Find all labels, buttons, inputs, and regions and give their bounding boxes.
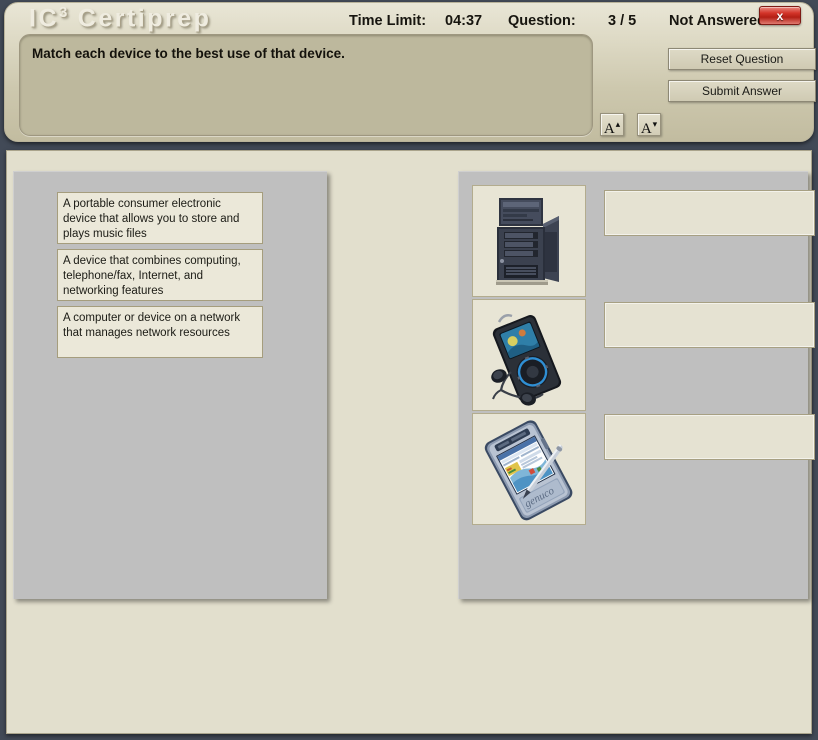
draggable-option[interactable]: A computer or device on a network that m… — [57, 306, 263, 358]
reset-question-button[interactable]: Reset Question — [668, 48, 816, 70]
font-decrease-letter: A — [641, 121, 652, 137]
font-increase-letter: A — [604, 121, 615, 137]
drop-target[interactable] — [604, 302, 815, 348]
logo-superscript: 3 — [59, 4, 68, 21]
server-tower-image — [472, 185, 586, 297]
close-icon[interactable]: x — [759, 6, 801, 25]
time-limit-label: Time Limit: — [349, 13, 426, 29]
application-window: IC3 Certiprep Time Limit: 04:37 Question… — [0, 0, 818, 740]
decrease-font-size-button[interactable]: A▾ — [637, 113, 661, 136]
increase-font-size-button[interactable]: A▴ — [600, 113, 624, 136]
answer-options-panel: A portable consumer electronic device th… — [13, 171, 327, 599]
submit-answer-button[interactable]: Submit Answer — [668, 80, 816, 102]
draggable-option[interactable]: A device that combines computing, teleph… — [57, 249, 263, 301]
pda-icon: genuco — [473, 414, 585, 524]
question-counter-label: Question: — [508, 13, 576, 29]
time-limit-value: 04:37 — [445, 13, 482, 29]
caret-down-icon: ▾ — [653, 119, 658, 129]
title-bar: IC3 Certiprep Time Limit: 04:37 Question… — [4, 2, 814, 142]
drop-target[interactable] — [604, 190, 815, 236]
question-text: Match each device to the best use of tha… — [32, 45, 580, 63]
drop-target[interactable] — [604, 414, 815, 460]
question-prompt-box: Match each device to the best use of tha… — [19, 34, 593, 136]
mp3-player-icon — [473, 300, 585, 410]
app-logo: IC3 Certiprep — [29, 4, 211, 33]
mp3-player-image — [472, 299, 586, 411]
draggable-option[interactable]: A portable consumer electronic device th… — [57, 192, 263, 244]
logo-text-main: IC — [29, 4, 59, 32]
caret-up-icon: ▴ — [616, 119, 621, 129]
pda-image: genuco — [472, 413, 586, 525]
question-counter-value: 3 / 5 — [608, 13, 636, 29]
question-content-area: A portable consumer electronic device th… — [6, 150, 812, 734]
answer-status-badge: Not Answered — [669, 13, 766, 29]
server-tower-icon — [473, 186, 585, 296]
device-matching-panel: genuco — [458, 171, 808, 599]
logo-text-rest: Certiprep — [68, 4, 211, 32]
